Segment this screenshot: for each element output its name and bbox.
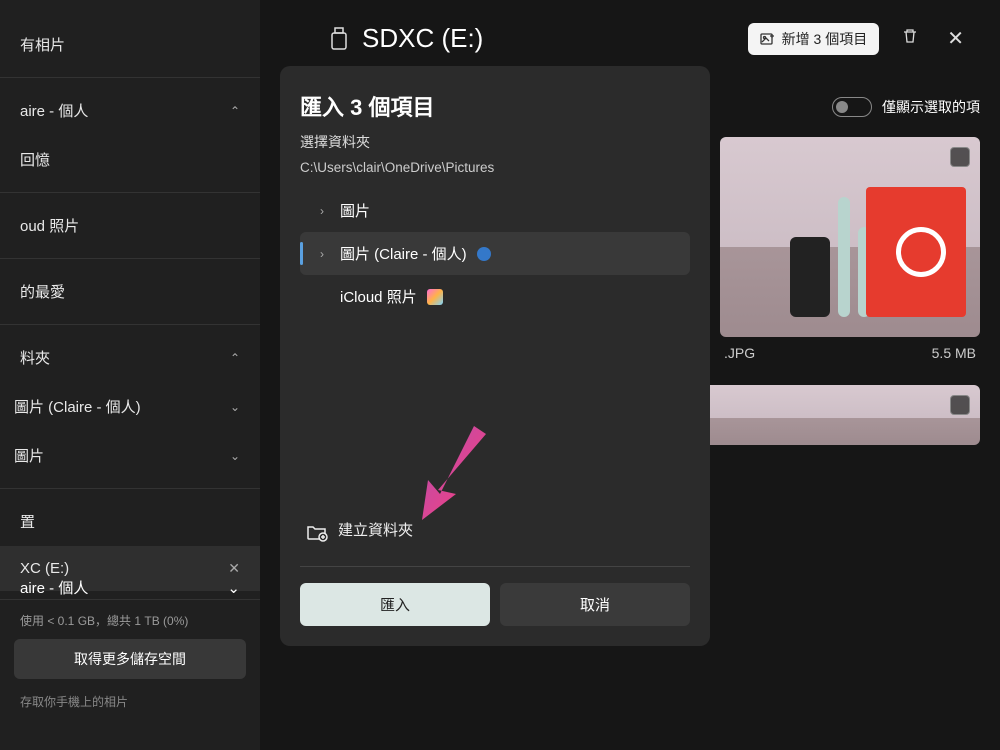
thumbnail-image [680,385,980,445]
show-selected-toggle[interactable] [832,97,872,117]
sidebar-label: 置 [20,511,35,532]
thumbnail-item[interactable]: .JPG 5.5 MB [720,137,980,369]
chevron-right-icon: › [314,247,330,261]
folder-label: 圖片 [340,200,370,221]
create-folder-label: 建立資料夾 [338,519,413,540]
sidebar-item-personal[interactable]: aire - 個人 ⌃ [0,86,260,135]
sidebar-label: 圖片 [14,445,44,466]
divider [0,488,260,489]
divider [0,324,260,325]
sidebar: 有相片 aire - 個人 ⌃ 回憶 oud 照片 的最愛 料夾 ⌃ 圖片 (C… [0,0,260,750]
storage-account[interactable]: aire - 個人 ⌄ [14,567,246,608]
modal-buttons: 匯入 取消 [300,583,690,626]
thumbnail-image [720,137,980,337]
storage-account-label: aire - 個人 [20,577,88,598]
import-button[interactable]: 匯入 [300,583,490,626]
chevron-down-icon: ⌄ [227,579,240,597]
modal-title: 匯入 3 個項目 [300,90,690,122]
sidebar-item-favorites[interactable]: 的最愛 [0,267,260,316]
cloud-icon [477,247,491,261]
folder-option-pictures-personal[interactable]: › 圖片 (Claire - 個人) [300,232,690,275]
import-modal: 匯入 3 個項目 選擇資料夾 C:\Users\clair\OneDrive\P… [280,66,710,646]
file-size: 5.5 MB [932,345,976,361]
divider [0,77,260,78]
create-folder-button[interactable]: 建立資料夾 [300,509,690,550]
chevron-up-icon: ⌃ [230,104,240,118]
chevron-right-icon: › [314,204,330,218]
image-plus-icon [760,31,776,47]
add-items-button[interactable]: 新增 3 個項目 [748,23,880,55]
sidebar-label: 的最愛 [20,281,65,302]
sidebar-folders-header[interactable]: 料夾 ⌃ [0,333,260,382]
folder-plus-icon [306,521,328,539]
thumbnail-checkbox[interactable] [950,147,970,167]
storage-usage: 使用 < 0.1 GB，總共 1 TB (0%) [14,608,246,639]
sidebar-item-memories[interactable]: 回憶 [0,135,260,184]
close-button[interactable]: ✕ [941,20,970,57]
divider [300,566,690,567]
modal-subtitle: 選擇資料夾 [300,132,690,152]
get-more-storage-button[interactable]: 取得更多儲存空間 [14,639,246,679]
sidebar-label: oud 照片 [20,215,79,236]
divider [0,192,260,193]
add-button-label: 新增 3 個項目 [782,29,868,49]
sidebar-label: aire - 個人 [20,100,88,121]
folder-list: › 圖片 › 圖片 (Claire - 個人) iCloud 照片 [300,189,690,318]
sidebar-label: 有相片 [20,34,65,55]
trash-icon [901,27,919,45]
sidebar-label: 料夾 [20,347,50,368]
filter-label: 僅顯示選取的項 [882,97,980,117]
storage-footnote: 存取你手機上的相片 [14,679,246,710]
sidebar-item-icloud-photos[interactable]: oud 照片 [0,201,260,250]
usb-icon [330,27,348,51]
cancel-button[interactable]: 取消 [500,583,690,626]
thumbnail-checkbox[interactable] [950,395,970,415]
sidebar-folder-personal[interactable]: 圖片 (Claire - 個人) ⌄ [0,382,260,431]
header: SDXC (E:) 新增 3 個項目 ✕ [260,0,1000,67]
sidebar-item-all-photos[interactable]: 有相片 [0,20,260,69]
delete-button[interactable] [895,21,925,56]
file-name: .JPG [724,345,755,361]
divider [0,258,260,259]
thumbnail-item[interactable] [680,385,980,445]
storage-section: aire - 個人 ⌄ 使用 < 0.1 GB，總共 1 TB (0%) 取得更… [0,567,260,710]
folder-label: 圖片 (Claire - 個人) [340,243,467,264]
folder-option-icloud[interactable]: iCloud 照片 [300,275,690,318]
chevron-down-icon: ⌄ [230,400,240,414]
sidebar-label: 圖片 (Claire - 個人) [14,396,141,417]
page-title: SDXC (E:) [362,23,483,54]
folder-label: iCloud 照片 [340,286,417,307]
sidebar-label: 回憶 [20,149,50,170]
icloud-photos-icon [427,289,443,305]
modal-path: C:\Users\clair\OneDrive\Pictures [300,160,690,175]
folder-option-pictures[interactable]: › 圖片 [300,189,690,232]
sidebar-devices-header[interactable]: 置 [0,497,260,546]
sidebar-folder-pictures[interactable]: 圖片 ⌄ [0,431,260,480]
chevron-down-icon: ⌄ [230,449,240,463]
chevron-up-icon: ⌃ [230,351,240,365]
